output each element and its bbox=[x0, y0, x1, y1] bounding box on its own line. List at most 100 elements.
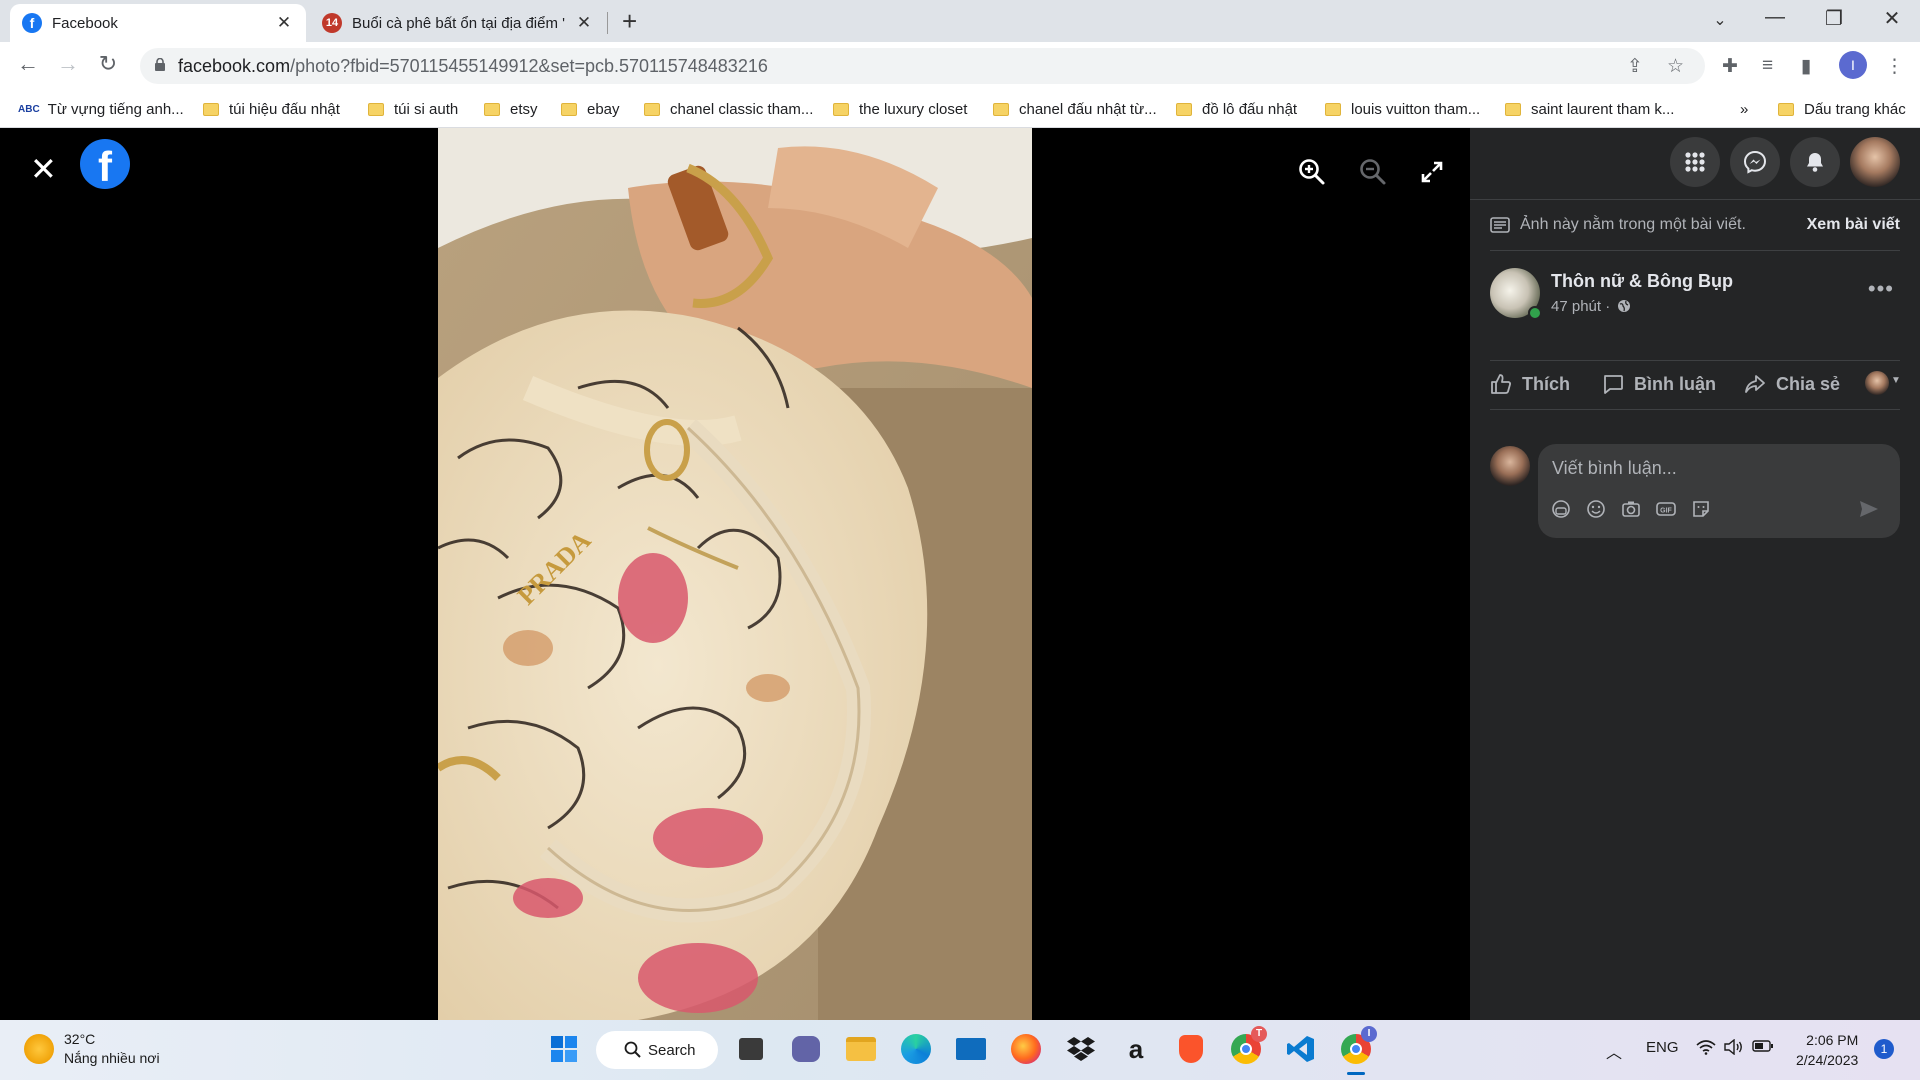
vscode-icon[interactable] bbox=[1284, 1032, 1318, 1066]
close-tab-icon[interactable]: ✕ bbox=[274, 13, 294, 33]
avatar-sticker-icon[interactable] bbox=[1550, 498, 1572, 520]
bookmark-item[interactable]: etsy bbox=[484, 96, 538, 122]
close-window-button[interactable]: ✕ bbox=[1872, 6, 1912, 31]
bookmark-item[interactable]: the luxury closet bbox=[833, 96, 967, 122]
firefox-icon[interactable] bbox=[1009, 1032, 1043, 1066]
overflow-label: » bbox=[1740, 100, 1749, 118]
folder-icon bbox=[561, 102, 577, 116]
messenger-button[interactable] bbox=[1730, 137, 1780, 187]
bookmark-item[interactable]: túi si auth bbox=[368, 96, 458, 122]
emoji-icon[interactable] bbox=[1585, 498, 1607, 520]
bookmark-item[interactable]: ebay bbox=[561, 96, 620, 122]
fullscreen-icon[interactable] bbox=[1420, 160, 1444, 184]
facebook-logo-icon[interactable]: f bbox=[80, 139, 130, 190]
caret-down-icon[interactable]: ▼ bbox=[1891, 375, 1901, 386]
reaction-identity-avatar[interactable] bbox=[1865, 371, 1889, 395]
globe-icon bbox=[1618, 300, 1631, 312]
bookmarks-overflow-button[interactable]: » bbox=[1740, 96, 1748, 122]
folder-icon bbox=[1176, 102, 1192, 116]
news-favicon-icon: 14 bbox=[322, 13, 342, 33]
url-text[interactable]: facebook.com/photo?fbid=570115455149912&… bbox=[178, 56, 768, 77]
input-language[interactable]: ENG bbox=[1646, 1039, 1679, 1056]
camera-icon[interactable] bbox=[1620, 498, 1642, 520]
extensions-puzzle-icon[interactable]: ✚ bbox=[1722, 55, 1738, 78]
tab-facebook[interactable]: f Facebook ✕ bbox=[10, 4, 306, 42]
bookmark-item[interactable]: chanel classic tham... bbox=[644, 96, 813, 122]
bell-icon bbox=[1807, 153, 1823, 172]
chrome-profile-1-icon[interactable]: T bbox=[1229, 1026, 1267, 1066]
task-view-icon[interactable] bbox=[734, 1032, 768, 1066]
bookmark-item[interactable]: đồ lô đấu nhật bbox=[1176, 96, 1297, 122]
menu-grid-button[interactable] bbox=[1670, 137, 1720, 187]
close-viewer-button[interactable]: ✕ bbox=[30, 150, 57, 188]
chrome-profile-2-icon[interactable]: I bbox=[1339, 1026, 1377, 1075]
my-avatar bbox=[1490, 446, 1530, 486]
weather-description: Nắng nhiều nơi bbox=[64, 1050, 160, 1066]
reload-button[interactable]: ↻ bbox=[94, 51, 122, 77]
browser-tab-strip: f Facebook ✕ 14 Buổi cà phê bất ổn tại đ… bbox=[0, 0, 1920, 42]
weather-widget[interactable]: 32°C Nắng nhiều nơi bbox=[24, 1030, 160, 1068]
bookmark-item[interactable]: louis vuitton tham... bbox=[1325, 96, 1480, 122]
forward-button[interactable]: → bbox=[54, 51, 82, 77]
address-bar[interactable]: facebook.com/photo?fbid=570115455149912&… bbox=[140, 48, 1705, 84]
tab-news[interactable]: 14 Buổi cà phê bất ổn tại địa điểm ' ✕ bbox=[310, 4, 606, 42]
close-tab-icon[interactable]: ✕ bbox=[574, 13, 594, 33]
view-post-link[interactable]: Xem bài viết bbox=[1807, 216, 1900, 234]
show-hidden-icons-chevron-icon[interactable]: ︿ bbox=[1606, 1039, 1622, 1063]
chrome-menu-icon[interactable]: ⋮ bbox=[1885, 55, 1904, 78]
zoom-out-icon[interactable] bbox=[1359, 158, 1387, 186]
chrome-profile-badge: T bbox=[1251, 1026, 1267, 1042]
volume-icon[interactable] bbox=[1724, 1038, 1744, 1059]
teams-chat-icon[interactable] bbox=[789, 1032, 823, 1066]
other-bookmarks-folder[interactable]: Dấu trang khác bbox=[1778, 96, 1906, 122]
gif-icon[interactable]: GIF bbox=[1655, 498, 1677, 520]
dropbox-icon[interactable] bbox=[1064, 1032, 1098, 1066]
mail-icon[interactable] bbox=[954, 1032, 988, 1066]
bookmark-item[interactable]: chanel đấu nhật từ... bbox=[993, 96, 1157, 122]
facebook-favicon-icon: f bbox=[22, 13, 42, 33]
bookmark-item[interactable]: ABC Từ vựng tiếng anh... bbox=[18, 96, 184, 122]
wifi-icon[interactable] bbox=[1696, 1039, 1716, 1059]
post-timestamp[interactable]: 47 phút · bbox=[1551, 298, 1631, 315]
file-explorer-icon[interactable] bbox=[844, 1032, 878, 1066]
handbag-photo-image: PRADA bbox=[438, 128, 1032, 1020]
share-page-icon[interactable]: ⇪ bbox=[1627, 55, 1643, 78]
account-avatar[interactable] bbox=[1850, 137, 1900, 187]
share-button[interactable]: Chia sẻ bbox=[1744, 373, 1840, 395]
post-photo[interactable]: PRADA bbox=[438, 128, 1032, 1020]
system-clock[interactable]: 2:06 PM 2/24/2023 bbox=[1796, 1030, 1858, 1070]
taskbar-search[interactable]: Search bbox=[596, 1031, 718, 1069]
notification-count-badge[interactable]: 1 bbox=[1874, 1039, 1894, 1059]
like-button[interactable]: Thích bbox=[1490, 373, 1570, 395]
brave-browser-icon[interactable] bbox=[1174, 1032, 1208, 1066]
profile-avatar[interactable]: I bbox=[1839, 51, 1867, 79]
folder-icon bbox=[368, 102, 384, 116]
sticker-icon[interactable] bbox=[1690, 498, 1712, 520]
comment-placeholder: Viết bình luận... bbox=[1552, 458, 1677, 478]
back-button[interactable]: ← bbox=[14, 51, 42, 77]
bookmark-item[interactable]: túi hiệu đấu nhật bbox=[203, 96, 340, 122]
abc-favicon-icon: ABC bbox=[18, 103, 40, 115]
new-tab-button[interactable]: + bbox=[622, 6, 637, 37]
notifications-button[interactable] bbox=[1790, 137, 1840, 187]
bookmark-label: etsy bbox=[510, 100, 538, 118]
send-icon[interactable] bbox=[1858, 498, 1880, 520]
author-name[interactable]: Thôn nữ & Bông Bụp bbox=[1551, 271, 1733, 292]
bookmark-star-icon[interactable]: ☆ bbox=[1667, 55, 1684, 78]
tab-search-chevron-icon[interactable]: ⌄ bbox=[1700, 10, 1740, 30]
bookmark-label: the luxury closet bbox=[859, 100, 968, 118]
bookmark-item[interactable]: saint laurent tham k... bbox=[1505, 96, 1674, 122]
start-button[interactable] bbox=[547, 1032, 581, 1066]
comment-input[interactable]: Viết bình luận... GIF bbox=[1538, 444, 1900, 538]
zoom-in-icon[interactable] bbox=[1298, 158, 1326, 186]
media-control-icon[interactable]: ≡ bbox=[1762, 55, 1773, 77]
url-host: facebook.com bbox=[178, 56, 291, 76]
more-options-icon[interactable]: ••• bbox=[1868, 276, 1894, 302]
battery-icon[interactable] bbox=[1752, 1039, 1774, 1057]
restore-button[interactable]: ❐ bbox=[1814, 6, 1854, 31]
side-panel-icon[interactable]: ▮ bbox=[1801, 55, 1811, 78]
edge-browser-icon[interactable] bbox=[899, 1032, 933, 1066]
amazon-icon[interactable]: a bbox=[1119, 1032, 1153, 1066]
comment-button[interactable]: Bình luận bbox=[1602, 373, 1716, 395]
minimize-button[interactable]: — bbox=[1755, 6, 1795, 29]
